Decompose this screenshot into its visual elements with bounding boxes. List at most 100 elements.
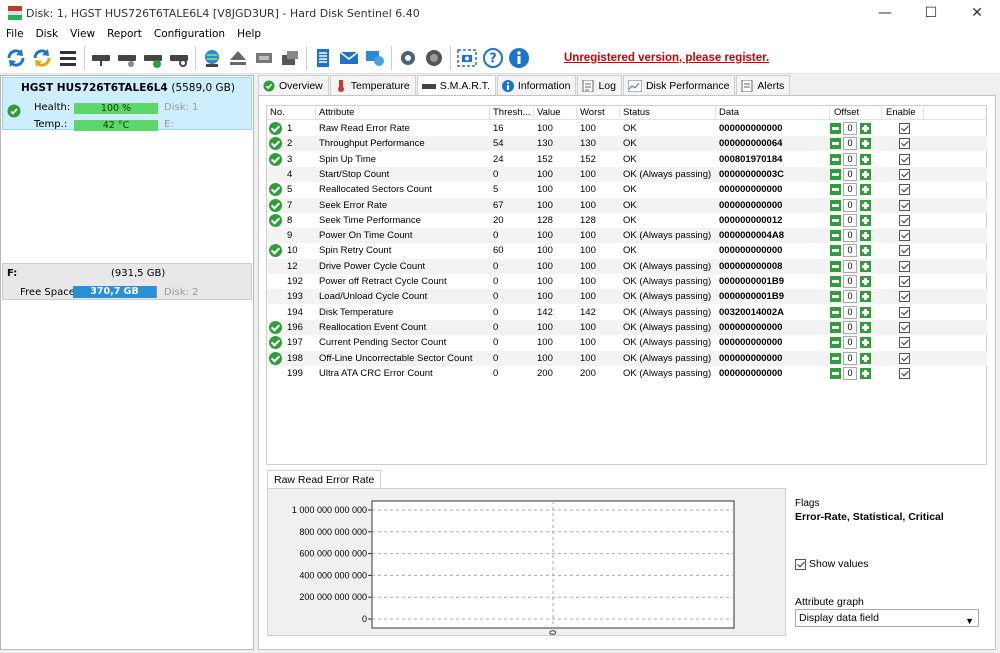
offset-value[interactable]: 0 <box>843 229 857 243</box>
offset-value[interactable]: 0 <box>843 275 857 288</box>
offset-plus-button[interactable] <box>860 291 871 303</box>
tab-disk-performance[interactable]: Disk Performance <box>622 75 736 95</box>
offset-plus-button[interactable] <box>860 367 871 379</box>
offset-plus-button[interactable] <box>860 138 871 150</box>
offset-plus-button[interactable] <box>860 245 871 257</box>
offset-plus-button[interactable] <box>860 184 871 196</box>
col-status[interactable]: Status <box>623 107 650 118</box>
offset-plus-button[interactable] <box>860 153 871 165</box>
offset-value[interactable]: 0 <box>843 259 857 273</box>
enable-checkbox[interactable] <box>899 260 910 272</box>
enable-checkbox[interactable] <box>899 276 910 287</box>
screenshot-icon[interactable] <box>454 45 480 71</box>
col-data[interactable]: Data <box>719 107 739 118</box>
report-icon[interactable] <box>310 45 336 71</box>
globe-icon[interactable] <box>199 45 225 71</box>
offset-minus-button[interactable] <box>830 337 841 349</box>
offset-plus-button[interactable] <box>860 123 871 134</box>
show-values-checkbox[interactable]: Show values <box>795 558 869 570</box>
tab-log[interactable]: Log <box>577 75 622 95</box>
info-icon[interactable] <box>506 45 532 71</box>
refresh-icon[interactable] <box>3 45 29 71</box>
enable-checkbox[interactable] <box>899 153 910 165</box>
table-row[interactable]: 5 Reallocated Sectors Count 5 100 100 OK 00000… <box>267 182 987 197</box>
table-row[interactable]: 3 Spin Up Time 24 152 152 OK 000801970184 0 <box>267 152 987 167</box>
offset-value[interactable]: 0 <box>843 183 857 197</box>
table-row[interactable]: 2 Throughput Performance 54 130 130 OK 0000000… <box>267 136 987 152</box>
disk-search-icon[interactable] <box>166 45 192 71</box>
menu-view[interactable]: View <box>64 26 101 42</box>
offset-minus-button[interactable] <box>830 138 841 150</box>
refresh-all-icon[interactable] <box>29 45 55 71</box>
offset-value[interactable]: 0 <box>843 351 857 365</box>
offset-value[interactable]: 0 <box>843 213 857 227</box>
attribute-graph-select[interactable]: Display data field ▼ <box>795 609 979 627</box>
col-threshold[interactable]: Thresh... <box>493 107 531 118</box>
offset-value[interactable]: 0 <box>843 198 857 212</box>
offset-plus-button[interactable] <box>860 230 871 242</box>
offset-minus-button[interactable] <box>830 245 841 257</box>
table-row[interactable]: 199 Ultra ATA CRC Error Count 0 200 200 OK (A… <box>267 366 987 381</box>
col-worst[interactable]: Worst <box>580 107 605 118</box>
send-report-icon[interactable] <box>362 45 388 71</box>
offset-plus-button[interactable] <box>860 337 871 349</box>
offset-minus-button[interactable] <box>830 199 841 211</box>
offset-minus-button[interactable] <box>830 367 841 379</box>
offset-plus-button[interactable] <box>860 276 871 287</box>
close-button[interactable]: ✕ <box>954 0 1000 26</box>
settings-icon[interactable] <box>395 45 421 71</box>
enable-checkbox[interactable] <box>899 138 910 150</box>
enable-checkbox[interactable] <box>899 337 910 349</box>
backup-icon[interactable] <box>277 45 303 71</box>
col-value[interactable]: Value <box>537 107 561 118</box>
offset-value[interactable]: 0 <box>843 152 857 166</box>
table-row[interactable]: 192 Power off Retract Cycle Count 0 100 100 O… <box>267 274 987 289</box>
offset-minus-button[interactable] <box>830 123 841 134</box>
offset-value[interactable]: 0 <box>843 290 857 304</box>
col-enable[interactable]: Enable <box>886 107 916 118</box>
enable-checkbox[interactable] <box>899 214 910 226</box>
minimize-button[interactable]: — <box>862 0 908 26</box>
menu-configuration[interactable]: Configuration <box>148 26 231 42</box>
enable-checkbox[interactable] <box>899 306 910 318</box>
disk-health-icon[interactable] <box>140 45 166 71</box>
offset-value[interactable]: 0 <box>843 122 857 135</box>
eject-icon[interactable] <box>225 45 251 71</box>
enable-checkbox[interactable] <box>899 230 910 242</box>
offset-plus-button[interactable] <box>860 260 871 272</box>
offset-plus-button[interactable] <box>860 321 871 333</box>
offset-minus-button[interactable] <box>830 352 841 364</box>
offset-minus-button[interactable] <box>830 214 841 226</box>
tab-overview[interactable]: Overview <box>258 75 329 95</box>
enable-checkbox[interactable] <box>899 168 910 180</box>
enable-checkbox[interactable] <box>899 321 910 333</box>
offset-plus-button[interactable] <box>860 352 871 364</box>
tab-temperature[interactable]: Temperature <box>329 75 416 95</box>
offset-minus-button[interactable] <box>830 168 841 180</box>
table-row[interactable]: 193 Load/Unload Cycle Count 0 100 100 OK (Alw… <box>267 289 987 305</box>
col-offset[interactable]: Offset <box>834 107 859 118</box>
enable-checkbox[interactable] <box>899 123 910 134</box>
offset-minus-button[interactable] <box>830 291 841 303</box>
offset-minus-button[interactable] <box>830 306 841 318</box>
menu-help[interactable]: Help <box>231 26 267 42</box>
disk-list-icon[interactable] <box>55 45 81 71</box>
disk-info-icon[interactable] <box>88 45 114 71</box>
offset-plus-button[interactable] <box>860 214 871 226</box>
enable-checkbox[interactable] <box>899 184 910 196</box>
table-row[interactable]: 194 Disk Temperature 0 142 142 OK (Always pas… <box>267 305 987 320</box>
network-disk-icon[interactable] <box>251 45 277 71</box>
register-link[interactable]: Unregistered version, please register. <box>564 52 769 64</box>
menu-disk[interactable]: Disk <box>30 26 65 42</box>
disk-test-icon[interactable] <box>114 45 140 71</box>
offset-plus-button[interactable] <box>860 168 871 180</box>
maximize-button[interactable]: ☐ <box>908 0 954 26</box>
table-row[interactable]: 1 Raw Read Error Rate 16 100 100 OK 0000000000… <box>267 121 987 136</box>
enable-checkbox[interactable] <box>899 291 910 303</box>
offset-minus-button[interactable] <box>830 153 841 165</box>
sound-icon[interactable] <box>421 45 447 71</box>
table-row[interactable]: 8 Seek Time Performance 20 128 128 OK 00000000… <box>267 213 987 228</box>
offset-value[interactable]: 0 <box>843 305 857 319</box>
offset-minus-button[interactable] <box>830 230 841 242</box>
tab-information[interactable]: Information <box>496 75 577 95</box>
